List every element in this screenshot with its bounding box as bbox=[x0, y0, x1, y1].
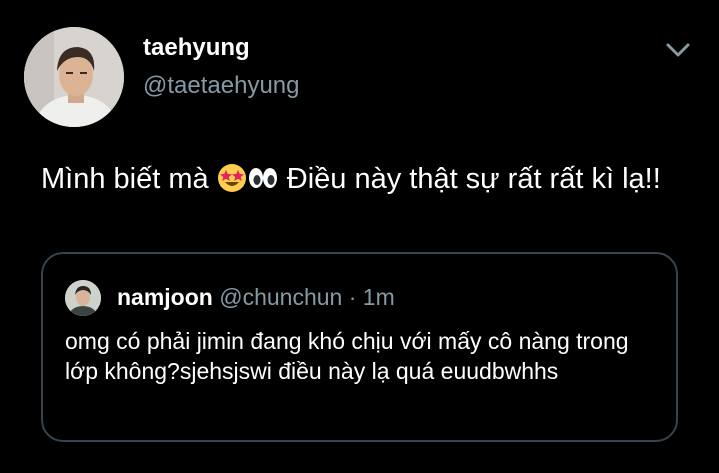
quoted-timestamp[interactable]: 1m bbox=[363, 284, 395, 310]
author-display-name[interactable]: taehyung bbox=[143, 33, 250, 63]
tweet-text: Mình biết mà Điều này thật sự rất rất kì… bbox=[41, 160, 691, 203]
quoted-avatar-photo bbox=[65, 280, 101, 316]
tweet-text-part2: Điều này thật sự rất rất kì lạ!! bbox=[278, 163, 661, 195]
quoted-tweet-card[interactable]: namjoon @chunchun · 1m omg có phải jimin… bbox=[41, 252, 678, 442]
chevron-down-icon[interactable] bbox=[664, 40, 692, 60]
quoted-display-name[interactable]: namjoon bbox=[117, 284, 213, 310]
quoted-tweet-text: omg có phải jimin đang khó chịu với mấy … bbox=[65, 328, 629, 384]
author-avatar[interactable] bbox=[24, 27, 124, 127]
quoted-author-avatar[interactable] bbox=[65, 280, 101, 316]
avatar-photo bbox=[24, 27, 124, 127]
quoted-separator: · bbox=[348, 284, 357, 310]
star-struck-emoji-icon bbox=[217, 163, 247, 203]
author-handle[interactable]: @taetaehyung bbox=[143, 71, 299, 101]
quoted-handle[interactable]: @chunchun bbox=[219, 284, 342, 310]
tweet-text-part1: Mình biết mà bbox=[41, 163, 217, 195]
quoted-tweet-header: namjoon @chunchun · 1m bbox=[117, 282, 395, 312]
eyes-emoji-icon bbox=[247, 163, 279, 203]
